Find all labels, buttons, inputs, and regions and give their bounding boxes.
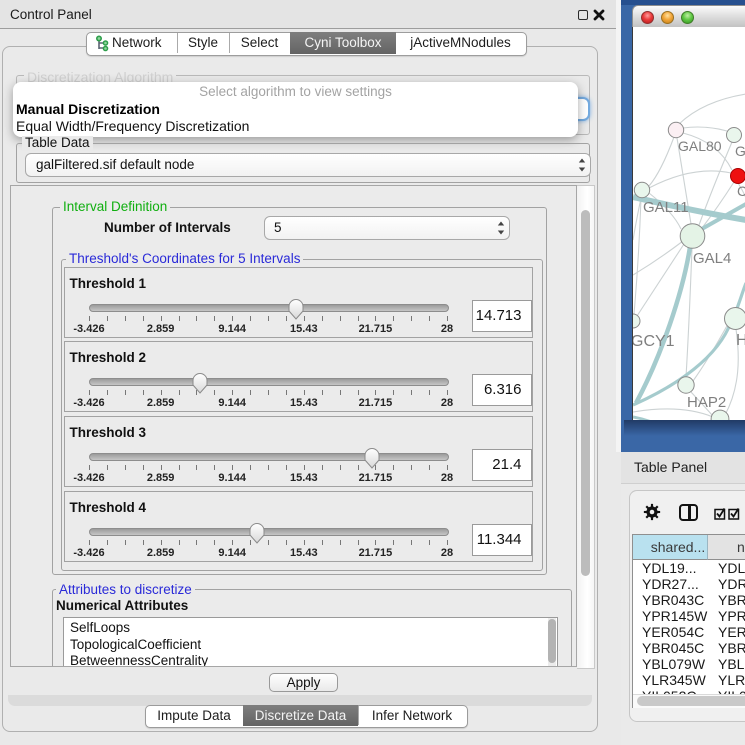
svg-text:GAL80: GAL80 (678, 138, 722, 154)
svg-text:CA: CA (737, 183, 745, 199)
svg-text:HAP2: HAP2 (687, 394, 726, 411)
svg-text:GAL4: GAL4 (693, 250, 731, 267)
svg-text:GCY1: GCY1 (633, 333, 675, 350)
svg-text:GAL11: GAL11 (643, 199, 689, 216)
svg-text:GA: GA (735, 143, 745, 159)
svg-text:H: H (736, 332, 745, 349)
